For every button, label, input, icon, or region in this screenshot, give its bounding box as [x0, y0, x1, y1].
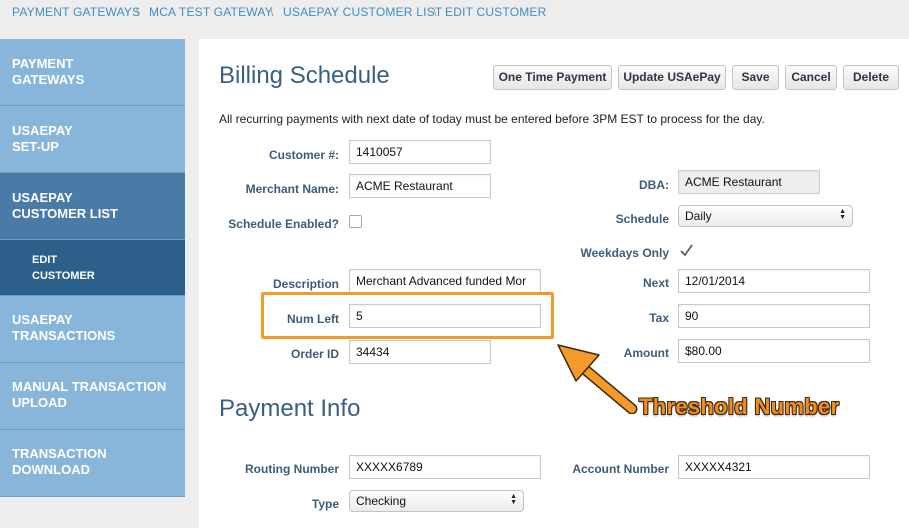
breadcrumb-mca-test-gateway[interactable]: MCA TEST GATEWAY [149, 5, 273, 19]
sidebar-item-label: MANUAL TRANSACTION UPLOAD [12, 379, 167, 410]
schedule-select-value: Daily [685, 209, 712, 223]
dba-label: DBA: [639, 178, 669, 192]
amount-field[interactable] [678, 339, 870, 363]
breadcrumb-separator: \ [136, 5, 140, 19]
type-label: Type [311, 497, 339, 511]
type-select[interactable]: Checking ▲ ▼ [349, 490, 524, 512]
breadcrumb-separator: \ [270, 5, 274, 19]
sidebar-item-transaction-download[interactable]: TRANSACTION DOWNLOAD [0, 430, 185, 497]
delete-button[interactable]: Delete [843, 65, 899, 90]
sidebar: PAYMENT GATEWAYS USAEPAY SET-UP USAEPAY … [0, 39, 185, 497]
update-usaepay-button[interactable]: Update USAePay [618, 65, 726, 90]
breadcrumb-edit-customer[interactable]: EDIT CUSTOMER [445, 5, 547, 19]
schedule-label: Schedule [615, 212, 669, 226]
account-number-field[interactable] [678, 455, 870, 479]
page-title: Billing Schedule [219, 62, 390, 89]
threshold-number-annotation: Threshold Number [639, 394, 840, 419]
tax-label: Tax [649, 311, 669, 325]
tax-field[interactable] [678, 304, 870, 328]
breadcrumb-separator: \ [433, 5, 437, 19]
num-left-label: Num Left [287, 312, 339, 326]
schedule-select[interactable]: Daily ▲ ▼ [678, 205, 853, 227]
main-panel: Billing Schedule One Time Payment Update… [199, 39, 909, 528]
select-arrows-icon: ▲ ▼ [510, 493, 517, 506]
next-label: Next [642, 276, 669, 290]
account-number-label: Account Number [572, 462, 669, 476]
sidebar-item-usaepay-customer-list[interactable]: USAEPAY CUSTOMER LIST [0, 173, 185, 240]
schedule-enabled-label: Schedule Enabled? [228, 217, 339, 231]
customer-number-label: Customer #: [268, 148, 339, 162]
sidebar-item-usaepay-setup[interactable]: USAEPAY SET-UP [0, 106, 185, 173]
sidebar-item-payment-gateways[interactable]: PAYMENT GATEWAYS [0, 39, 185, 106]
weekdays-only-checkbox[interactable] [679, 243, 694, 258]
customer-number-field[interactable] [349, 140, 491, 164]
merchant-name-field[interactable] [349, 174, 491, 198]
order-id-field[interactable] [349, 340, 491, 364]
sidebar-item-label: TRANSACTION DOWNLOAD [12, 446, 107, 477]
annotation-arrow-icon [557, 344, 638, 414]
sidebar-item-manual-transaction-upload[interactable]: MANUAL TRANSACTION UPLOAD [0, 363, 185, 430]
merchant-name-label: Merchant Name: [245, 182, 339, 196]
type-select-value: Checking [356, 494, 407, 508]
sidebar-item-label: PAYMENT GATEWAYS [12, 56, 85, 87]
next-date-field[interactable] [678, 269, 870, 293]
payment-info-title: Payment Info [219, 395, 361, 422]
breadcrumb-usaepay-customer-list[interactable]: USAEPAY CUSTOMER LIST [283, 5, 442, 19]
save-button[interactable]: Save [732, 65, 779, 90]
sidebar-item-edit-customer[interactable]: EDIT CUSTOMER [0, 240, 185, 296]
dba-field [678, 170, 820, 194]
sidebar-item-label: USAEPAY TRANSACTIONS [12, 312, 116, 343]
weekdays-only-label: Weekdays Only [580, 246, 670, 260]
breadcrumb-payment-gateways[interactable]: PAYMENT GATEWAYS [12, 5, 140, 19]
one-time-payment-button[interactable]: One Time Payment [493, 65, 612, 90]
sidebar-item-label: USAEPAY CUSTOMER LIST [12, 190, 118, 221]
schedule-enabled-checkbox[interactable] [349, 215, 362, 228]
order-id-label: Order ID [290, 347, 339, 361]
cancel-button[interactable]: Cancel [785, 65, 837, 90]
sidebar-item-label: USAEPAY SET-UP [12, 123, 73, 154]
routing-number-label: Routing Number [245, 462, 339, 476]
sidebar-item-usaepay-transactions[interactable]: USAEPAY TRANSACTIONS [0, 296, 185, 363]
description-label: Description [272, 277, 339, 291]
sidebar-item-label: EDIT CUSTOMER [32, 254, 95, 282]
select-arrows-icon: ▲ ▼ [839, 208, 846, 221]
processing-notice: All recurring payments with next date of… [219, 112, 765, 126]
